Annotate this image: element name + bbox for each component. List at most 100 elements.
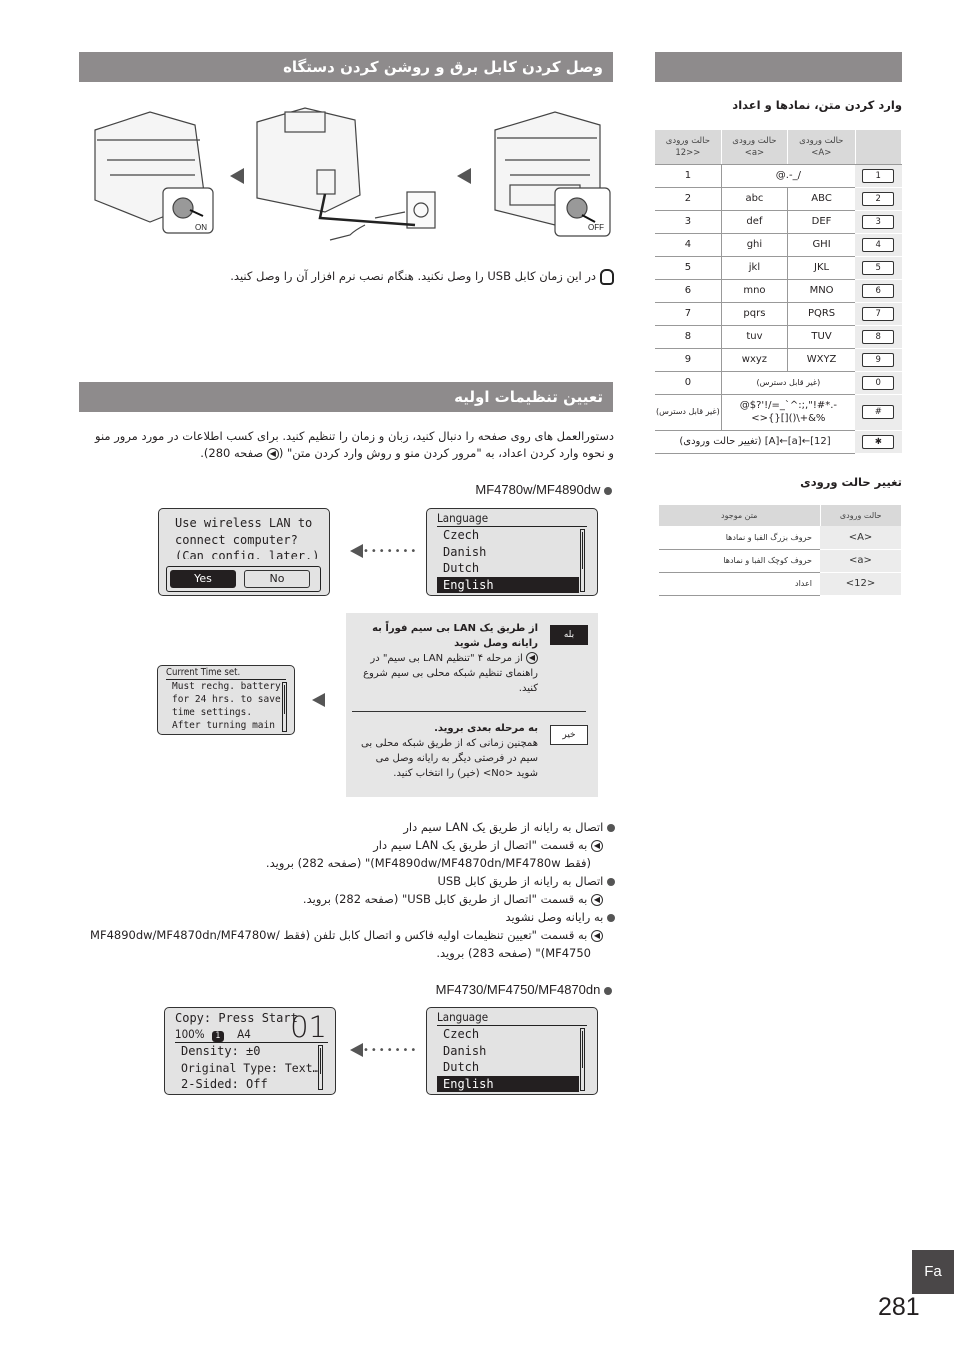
yes-choice-text: از طریق یک LAN بی سیم فوراً به رایانه وص… bbox=[356, 621, 538, 696]
language-option-selected[interactable]: English bbox=[437, 1075, 579, 1092]
key-cell: 6 bbox=[855, 279, 902, 303]
uppercase-mode-cell: JKL bbox=[787, 256, 855, 280]
reference-arrow-icon: ◀ bbox=[526, 652, 538, 664]
number-key-icon: 0 bbox=[862, 375, 895, 390]
numeric-mode-cell: 1 bbox=[655, 164, 722, 188]
uppercase-mode-cell: GHI bbox=[787, 233, 855, 257]
connection-options: اتصال به رایانه از طریق یک LAN سیم دار ◀… bbox=[85, 818, 615, 962]
option-usb-ref[interactable]: ◀ به قسمت "اتصال از طریق کابل USB" (صفحه… bbox=[85, 890, 615, 908]
printer-on-illustration bbox=[94, 111, 214, 234]
time-screen-line: for 24 hrs. to save bbox=[172, 694, 281, 705]
option-usb: اتصال به رایانه از طریق کابل USB bbox=[85, 872, 615, 890]
sidebar-header-bar bbox=[655, 52, 902, 82]
option-ref: به قسمت "تعیین تنظیمات اولیه فاکس و اتصا… bbox=[90, 928, 588, 942]
intro-page-ref[interactable]: صفحه 280). bbox=[200, 446, 267, 460]
option-no-connect-ref[interactable]: ◀ به قسمت "تعیین تنظیمات اولیه فاکس و ات… bbox=[85, 926, 615, 944]
available-text-cell: حروف بزرگ الفبا و نمادها bbox=[658, 526, 820, 550]
model-group-1-label: MF4780w/MF4890dw bbox=[475, 482, 601, 497]
option-heading: اتصال به رایانه از طریق یک LAN سیم دار bbox=[403, 820, 604, 834]
key-cell: 1 bbox=[855, 164, 902, 188]
scrollbar[interactable] bbox=[580, 1028, 585, 1091]
input-mode-cell: <a> bbox=[820, 549, 901, 573]
language-screen-2: Language Czech Danish Dutch English bbox=[426, 1007, 598, 1095]
copy-count: 01 bbox=[290, 1010, 327, 1044]
bullet-icon bbox=[604, 986, 612, 995]
option-heading: اتصال به رایانه از طریق کابل USB bbox=[437, 874, 604, 888]
key-table-row: 8 tuv TUV 8 bbox=[655, 325, 902, 349]
key-table-row: 1 @.-_/1 bbox=[655, 164, 902, 188]
copy-setting[interactable]: Density: ±0 bbox=[181, 1043, 335, 1060]
option-heading: به رایانه وصل نشوید bbox=[505, 910, 604, 924]
number-key-icon: 4 bbox=[862, 237, 895, 252]
intro-paragraph: دستورالعمل های روی صفحه را دنبال کنید، ز… bbox=[82, 428, 614, 462]
option-wired-lan: اتصال به رایانه از طریق یک LAN سیم دار bbox=[85, 818, 615, 836]
bullet-icon bbox=[607, 913, 615, 922]
input-mode-cell: <12> bbox=[820, 572, 901, 596]
input-mode-table: متن موجود حالت ورودی حروف بزرگ الفبا و ن… bbox=[658, 505, 901, 596]
uppercase-mode-cell: DEF bbox=[787, 210, 855, 234]
option-ref: به قسمت "اتصال از طریق یک LAN سیم دار bbox=[373, 838, 588, 852]
time-screen-line: After turning main bbox=[172, 720, 275, 731]
key-table-row: 0 (غیر قابل دسترس) 0 bbox=[655, 371, 902, 395]
header-mode-a: حالت ورودی <a> bbox=[721, 130, 789, 165]
language-option[interactable]: Danish bbox=[437, 544, 597, 561]
lowercase-mode-cell: jkl bbox=[721, 256, 789, 280]
uppercase-mode-cell: MNO bbox=[787, 279, 855, 303]
arrow-left-icon bbox=[230, 168, 244, 184]
numeric-mode-cell: 8 bbox=[655, 325, 722, 349]
uppercase-mode-cell: WXYZ bbox=[787, 348, 855, 372]
bullet-icon bbox=[604, 486, 612, 495]
reference-arrow-icon: ◀ bbox=[591, 839, 603, 852]
yes-key-label: بله bbox=[550, 625, 588, 645]
model-group-2: MF4730/MF4750/MF4870dn bbox=[436, 982, 612, 997]
language-tab: Fa bbox=[912, 1250, 954, 1294]
off-label: OFF bbox=[588, 223, 604, 232]
header-available-text: متن موجود bbox=[658, 505, 820, 526]
key-table-row: (تغییر حالت ورودی) [A]←[a]←[12] ✱ bbox=[655, 430, 902, 454]
paper-tray-icon: 1 bbox=[211, 1031, 224, 1042]
time-screen-line: time settings. bbox=[172, 707, 253, 718]
lowercase-mode-cell: pqrs bbox=[721, 302, 789, 326]
language-option[interactable]: Czech bbox=[437, 527, 597, 544]
scrollbar[interactable] bbox=[318, 1045, 323, 1090]
key-cell: 8 bbox=[855, 325, 902, 349]
number-key-icon: 3 bbox=[862, 214, 895, 229]
copy-setting[interactable]: Original Type: Text… bbox=[181, 1060, 335, 1077]
language-option[interactable]: Danish bbox=[437, 1043, 597, 1060]
numeric-mode-cell: 9 bbox=[655, 348, 722, 372]
yes-button[interactable]: Yes bbox=[170, 570, 236, 588]
lowercase-mode-cell: mno bbox=[721, 279, 789, 303]
language-option[interactable]: Czech bbox=[437, 1026, 597, 1043]
scrollbar[interactable] bbox=[580, 529, 585, 592]
model-group-1: MF4780w/MF4890dw bbox=[475, 482, 612, 497]
wireless-line: Use wireless LAN to bbox=[175, 516, 313, 530]
sidebar-heading: وارد کردن متن، نمادها و اعداد bbox=[732, 98, 902, 112]
header-input-mode: حالت ورودی bbox=[819, 505, 901, 526]
numeric-mode-cell: 6 bbox=[655, 279, 722, 303]
dotted-arrow: ••••••• bbox=[350, 1043, 418, 1057]
no-button[interactable]: No bbox=[244, 570, 310, 588]
language-option[interactable]: Dutch bbox=[437, 560, 597, 577]
mode-toggle-text: (تغییر حالت ورودی) [A]←[a]←[12] bbox=[655, 430, 855, 454]
symbol-cell: (غیر قابل دسترس) bbox=[721, 371, 855, 395]
language-option[interactable]: Dutch bbox=[437, 1059, 597, 1076]
lowercase-mode-cell: def bbox=[721, 210, 789, 234]
language-option-selected[interactable]: English bbox=[437, 576, 579, 593]
numeric-mode-cell: 4 bbox=[655, 233, 722, 257]
time-screen-line: Must rechg. battery bbox=[172, 681, 281, 692]
key-cell: ✱ bbox=[855, 430, 902, 454]
key-table-row: 6 mno MNO 6 bbox=[655, 279, 902, 303]
reference-arrow-icon: ◀ bbox=[591, 929, 603, 942]
uppercase-mode-cell: ABC bbox=[787, 187, 855, 211]
copy-setting[interactable]: 2-Sided: Off bbox=[181, 1076, 335, 1093]
key-table-row: 3 def DEF 3 bbox=[655, 210, 902, 234]
numeric-mode-cell: 0 bbox=[655, 371, 722, 395]
yes-choice-title: از طریق یک LAN بی سیم فوراً به رایانه وص… bbox=[372, 623, 538, 649]
number-key-icon: 7 bbox=[862, 306, 895, 321]
arrow-left-icon bbox=[457, 168, 471, 184]
key-cell: 3 bbox=[855, 210, 902, 234]
choice-panel: بله از طریق یک LAN بی سیم فوراً به رایان… bbox=[346, 613, 598, 797]
symbol-cell: @.-_/ bbox=[721, 164, 855, 188]
option-wired-lan-ref[interactable]: ◀ به قسمت "اتصال از طریق یک LAN سیم دار bbox=[85, 836, 615, 854]
scrollbar[interactable] bbox=[282, 682, 287, 732]
